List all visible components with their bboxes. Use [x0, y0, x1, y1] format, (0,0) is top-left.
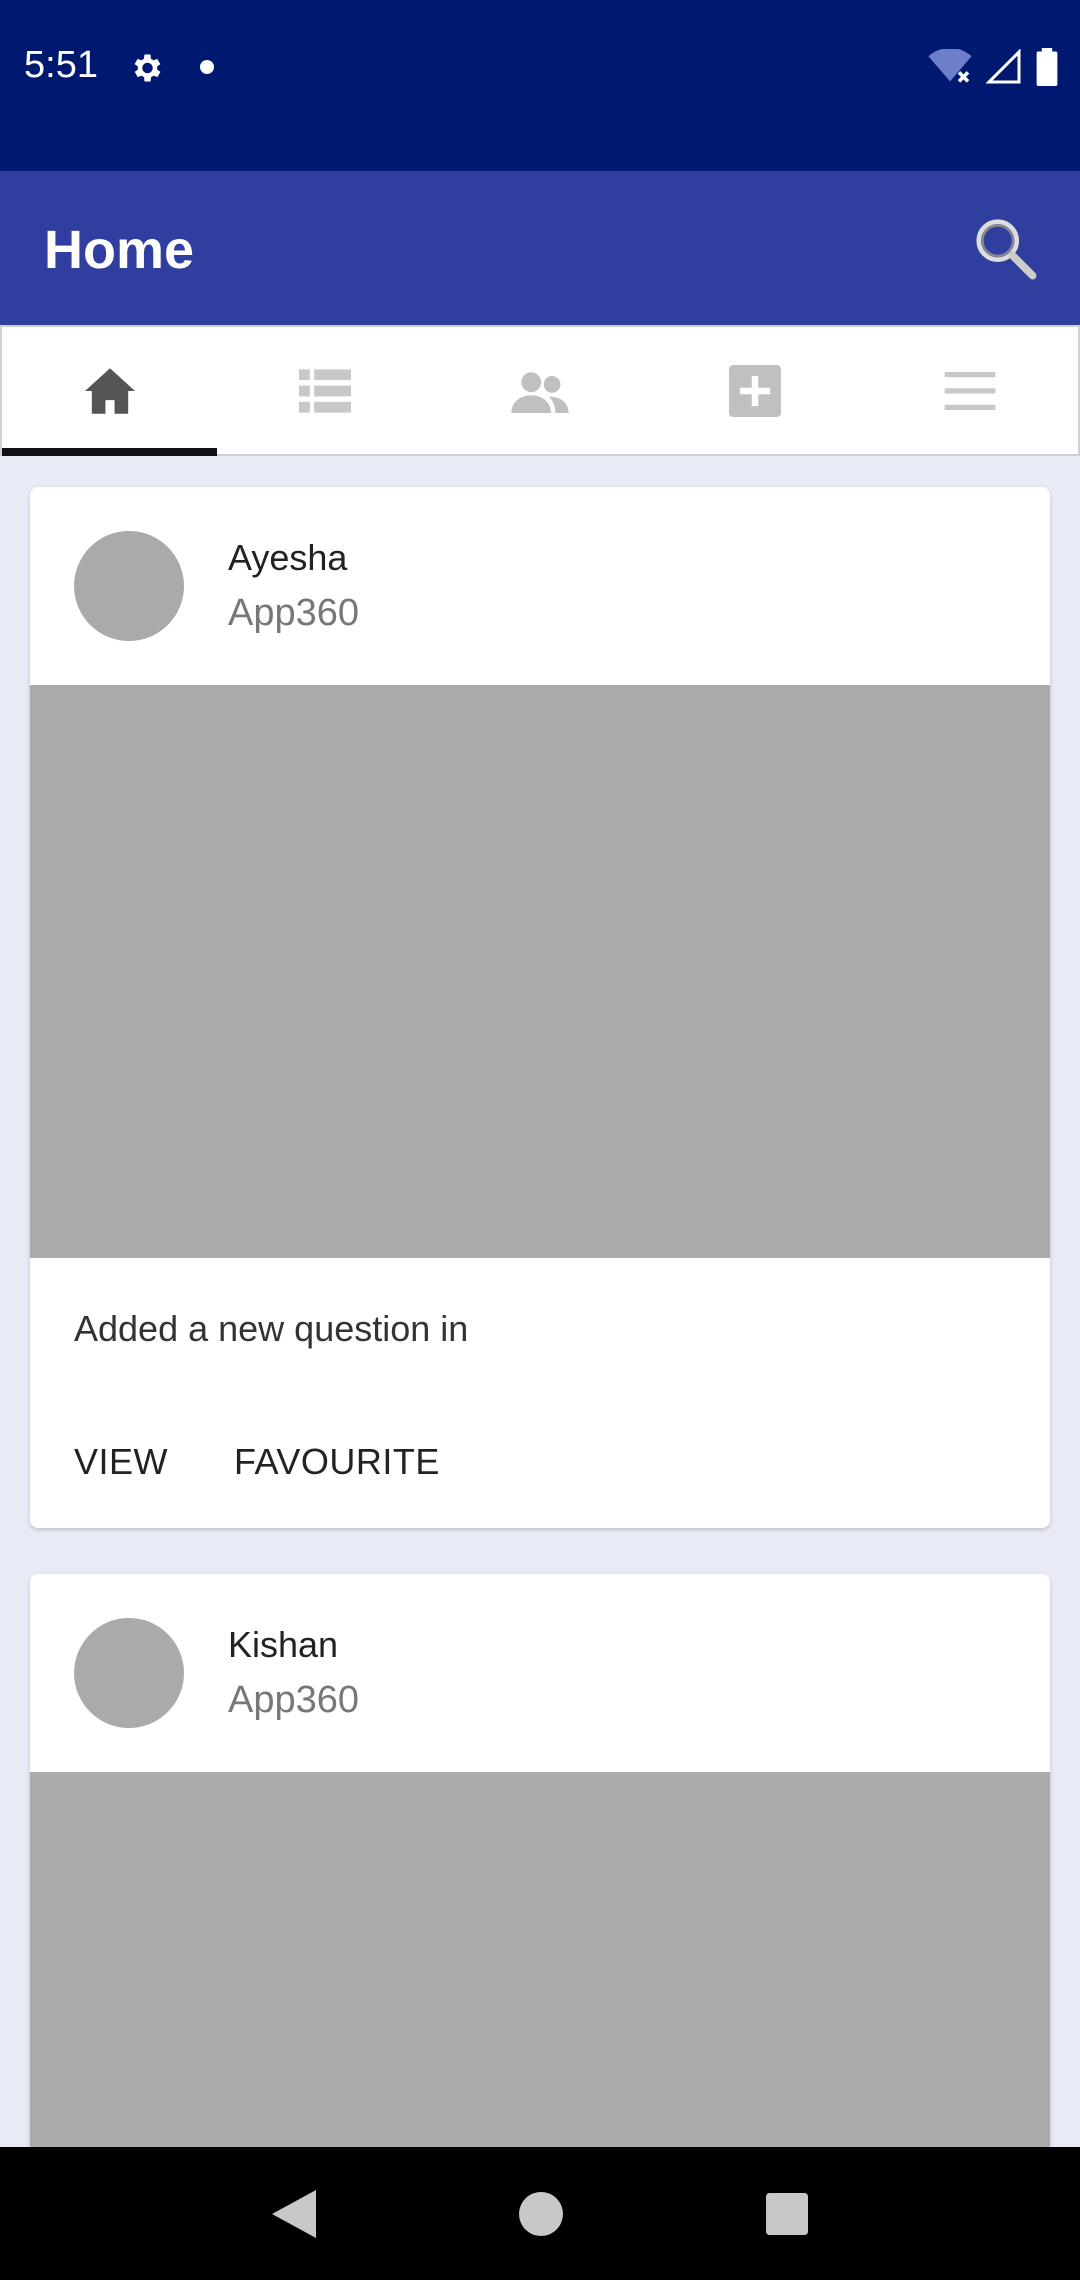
status-time: 5:51 — [24, 44, 98, 86]
tab-add[interactable] — [648, 327, 863, 454]
tab-list[interactable] — [217, 327, 432, 454]
app-name: App360 — [228, 1679, 360, 1721]
battery-icon — [1036, 48, 1058, 86]
tab-people[interactable] — [432, 327, 647, 454]
status-icons — [928, 48, 1058, 86]
page-title: Home — [44, 220, 195, 280]
app-bar: Home — [0, 171, 1080, 325]
home-circle-icon[interactable] — [518, 2191, 563, 2236]
card-actions: VIEW FAVOURITE — [30, 1396, 1050, 1528]
app-name: App360 — [228, 592, 360, 634]
card-text: Added a new question in — [74, 1308, 469, 1349]
tab-home[interactable] — [2, 327, 218, 456]
card-header: Ayesha App360 — [30, 487, 1050, 685]
card-header: Kishan App360 — [30, 1574, 1050, 1772]
avatar — [74, 531, 184, 641]
wifi-off-icon — [928, 49, 972, 83]
add-box-icon — [729, 364, 782, 417]
list-icon — [298, 368, 351, 413]
tab-bar — [0, 325, 1080, 456]
avatar — [74, 1618, 184, 1728]
menu-icon — [945, 371, 996, 410]
signal-icon — [986, 49, 1021, 84]
search-icon[interactable] — [970, 213, 1040, 283]
system-nav-bar — [0, 2147, 1080, 2280]
card-image — [30, 685, 1050, 1258]
author-name: Ayesha — [228, 537, 348, 578]
status-bar: 5:51 — [0, 0, 1080, 171]
tab-menu[interactable] — [863, 327, 1078, 454]
back-icon[interactable] — [271, 2189, 316, 2238]
view-button[interactable]: VIEW — [74, 1441, 168, 1483]
feed-card: Ayesha App360 Added a new question in VI… — [30, 487, 1050, 1528]
home-icon — [84, 367, 135, 414]
feed: Ayesha App360 Added a new question in VI… — [30, 487, 1050, 2280]
people-icon — [511, 371, 569, 413]
recents-icon[interactable] — [766, 2192, 809, 2235]
favourite-button[interactable]: FAVOURITE — [234, 1441, 440, 1483]
notification-dot-icon — [200, 60, 214, 74]
settings-icon — [134, 54, 161, 82]
author-name: Kishan — [228, 1624, 339, 1665]
